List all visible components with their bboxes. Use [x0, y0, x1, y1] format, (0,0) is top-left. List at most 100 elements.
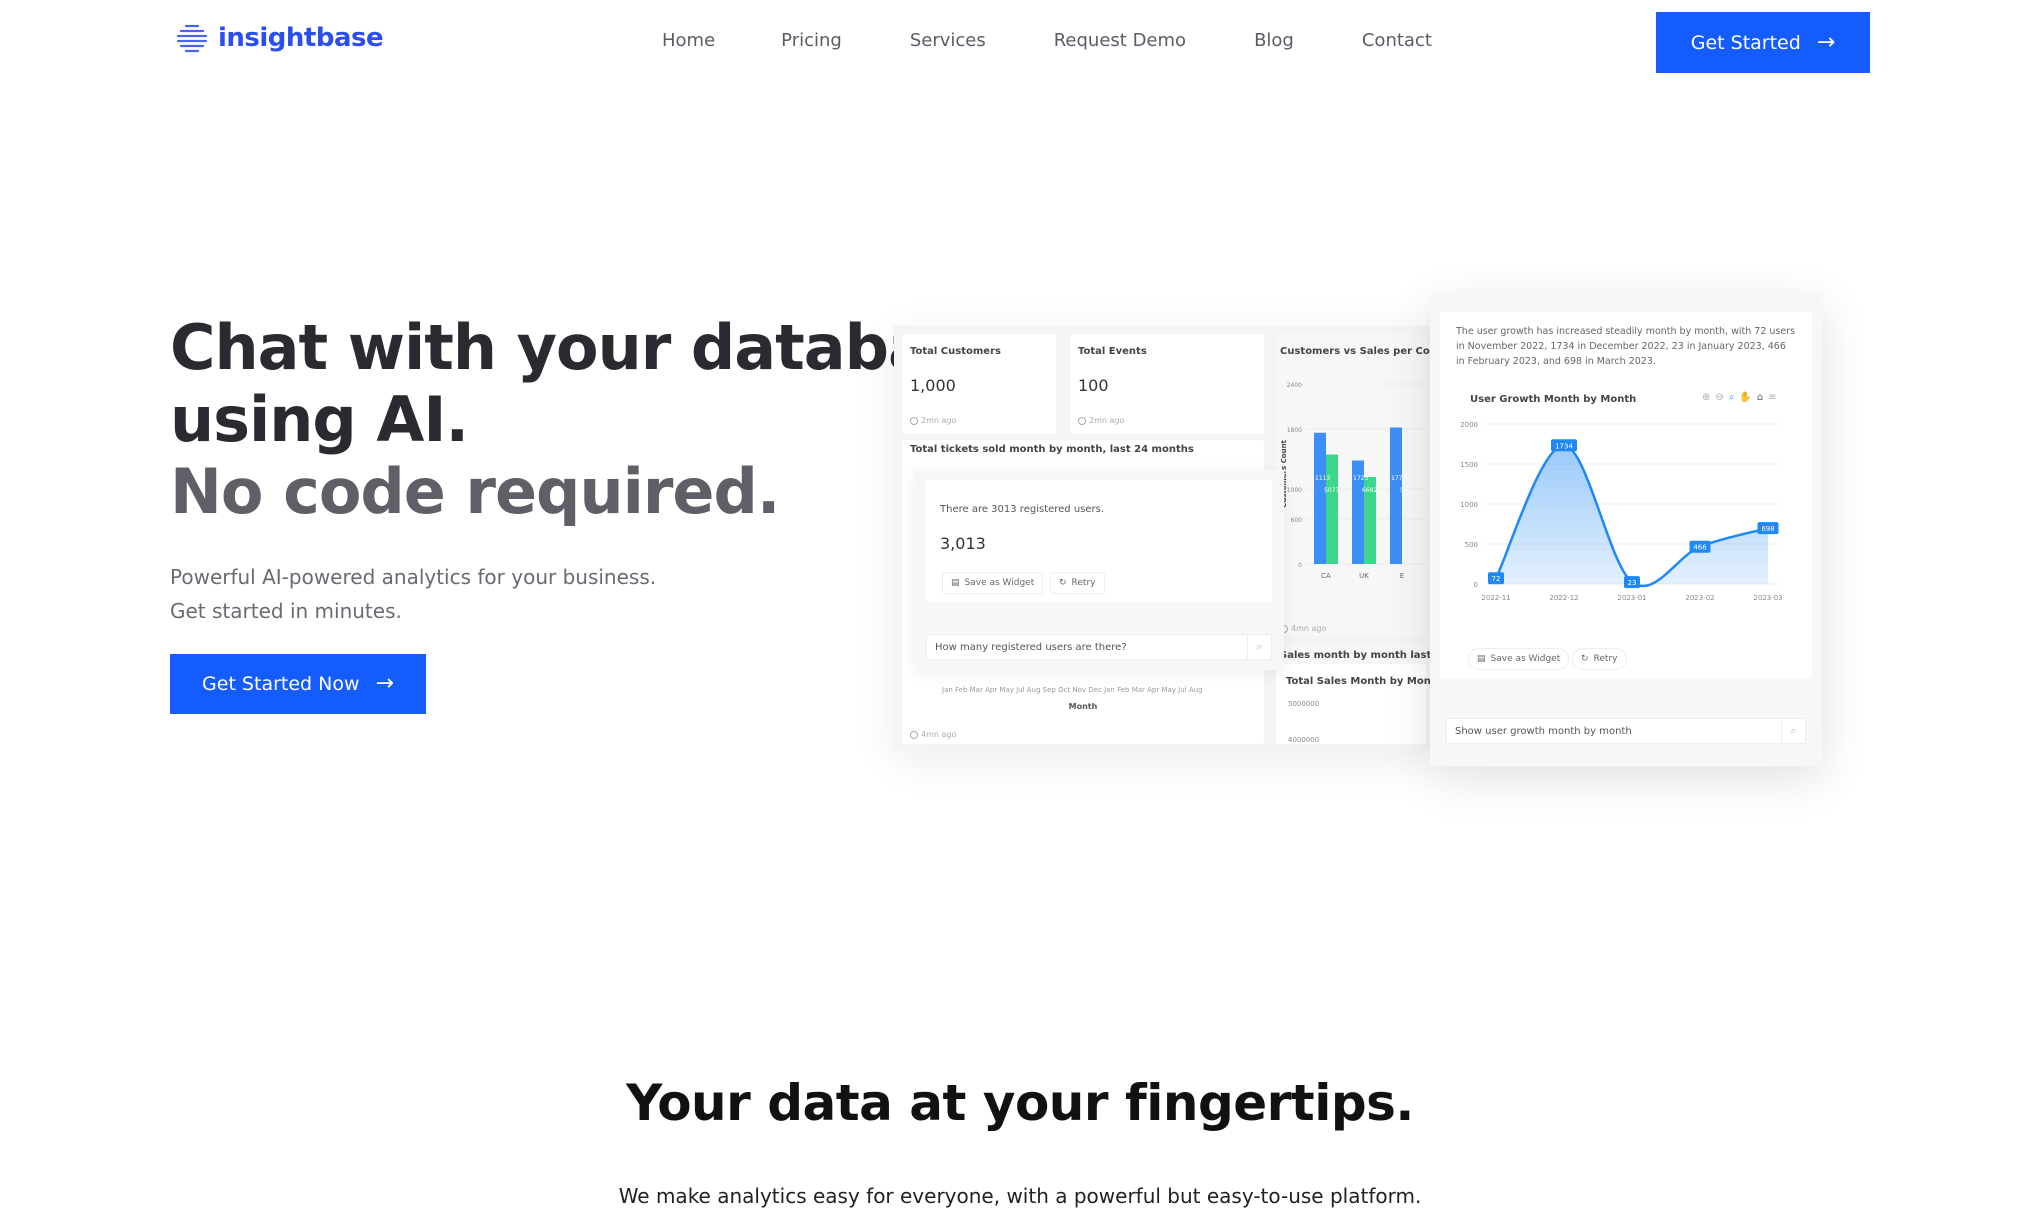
tickets-x-ticks: Jan Feb Mar Apr May Jul Aug Sep Oct Nov …: [942, 686, 1203, 694]
nav-link-services[interactable]: Services: [910, 30, 986, 51]
logo[interactable]: insightbase: [174, 20, 384, 56]
logo-icon: [176, 24, 208, 53]
chat-panel: There are 3013 registered users. 3,013 ▤…: [914, 470, 1284, 670]
clock-icon: [910, 730, 918, 739]
x-tick-label: 2022-12: [1549, 594, 1578, 602]
data-label: 698: [1761, 525, 1774, 533]
bar-sales: [1326, 454, 1338, 564]
country-bar-chart: 0600100018002400Customers Count 11135077C…: [1280, 382, 1426, 580]
y-tick-label: 2000: [1460, 421, 1478, 429]
get-started-label: Get Started: [1690, 31, 1801, 54]
nav-links: Home Pricing Services Request Demo Blog …: [662, 30, 1432, 51]
zoom-out-icon[interactable]: ⊖: [1715, 392, 1723, 403]
save-icon: ▤: [1477, 654, 1486, 664]
hero-title-line-3: No code required.: [170, 455, 780, 528]
x-tick-label: 2023-02: [1685, 594, 1714, 602]
nav-link-home[interactable]: Home: [662, 30, 715, 51]
search-icon[interactable]: ⌕: [1247, 635, 1271, 659]
y-tick-label: 2400: [1287, 382, 1302, 389]
country-chart-card: Customers vs Sales per Country 0 600 1000 1…: [1276, 334, 1460, 636]
menu-icon[interactable]: ≡: [1768, 392, 1776, 403]
growth-chart-title: User Growth Month by Month: [1470, 394, 1637, 405]
search-icon[interactable]: ⌕: [1781, 719, 1805, 743]
data-label: 466: [1693, 544, 1707, 552]
user-growth-answer: The user growth has increased steadily m…: [1440, 312, 1812, 678]
section-title: Your data at your fingertips.: [626, 1074, 1414, 1132]
stat-card-total-events: Total Events 100 2mn ago: [1070, 334, 1264, 434]
get-started-button[interactable]: Get Started →: [1656, 12, 1870, 73]
updated-text: 2mn ago: [921, 416, 957, 425]
arrow-right-icon: →: [1816, 29, 1836, 55]
hero-subtitle-line-2: Get started in minutes.: [170, 599, 402, 623]
nav-link-blog[interactable]: Blog: [1254, 30, 1294, 51]
chart-toolbar: ⊕ ⊖ ⌕ ✋ ⌂ ≡: [1702, 392, 1777, 403]
search-icon[interactable]: ⌕: [1729, 392, 1735, 403]
save-as-widget-button[interactable]: ▤ Save as Widget: [942, 572, 1044, 594]
save-as-widget-button[interactable]: ▤ Save as Widget: [1468, 648, 1570, 670]
home-icon[interactable]: ⌂: [1757, 392, 1763, 403]
stat-card-title: Total Customers: [910, 346, 1001, 357]
hero-subtitle-line-1: Powerful AI-powered analytics for your b…: [170, 565, 657, 589]
logo-text: insightbase: [218, 23, 384, 53]
save-label: Save as Widget: [1490, 654, 1561, 664]
x-tick-label: E: [1400, 572, 1404, 580]
zoom-in-icon[interactable]: ⊕: [1702, 392, 1710, 403]
data-label: 72: [1492, 575, 1501, 583]
growth-query-input[interactable]: Show user growth month by month ⌕: [1446, 718, 1806, 744]
bar-customers: [1314, 432, 1326, 564]
answer-value: 3,013: [940, 534, 986, 553]
bar-label: 5077: [1324, 487, 1339, 494]
bar-label: 1770: [1391, 475, 1406, 482]
bar-customers: [1390, 427, 1402, 564]
nav-link-contact[interactable]: Contact: [1362, 30, 1432, 51]
y-tick-label: 600: [1291, 517, 1303, 524]
retry-icon: ↻: [1581, 654, 1589, 664]
answer-text: There are 3013 registered users.: [940, 504, 1105, 515]
user-growth-panel: The user growth has increased steadily m…: [1430, 294, 1822, 766]
area-fill: [1496, 445, 1768, 587]
retry-button[interactable]: ↻ Retry: [1572, 648, 1627, 670]
y-tick-label: 1500: [1460, 461, 1478, 469]
answer-card: There are 3013 registered users. 3,013 ▤…: [926, 480, 1272, 602]
stat-card-updated: 2mn ago: [1078, 416, 1124, 425]
hero-subtitle: Powerful AI-powered analytics for your b…: [170, 560, 656, 628]
save-icon: ▤: [951, 578, 960, 588]
sales-y-tick: 4000000: [1288, 736, 1320, 744]
pan-icon[interactable]: ✋: [1739, 392, 1751, 403]
bar-label: 6692: [1362, 487, 1377, 494]
get-started-now-button[interactable]: Get Started Now →: [170, 654, 426, 714]
nav-link-request-demo[interactable]: Request Demo: [1054, 30, 1186, 51]
stat-card-value: 100: [1078, 376, 1109, 395]
chat-query-input[interactable]: How many registered users are there? ⌕: [926, 634, 1272, 660]
section-subtitle: We make analytics easy for everyone, wit…: [618, 1184, 1422, 1208]
save-label: Save as Widget: [964, 578, 1035, 588]
retry-button[interactable]: ↻ Retry: [1050, 572, 1105, 594]
data-label: 1734: [1555, 442, 1573, 450]
bar-label: 1723: [1353, 475, 1368, 482]
y-tick-label: 0: [1298, 562, 1302, 569]
nav-link-pricing[interactable]: Pricing: [781, 30, 842, 51]
y-tick-label: 1800: [1287, 427, 1302, 434]
bar-label: 1113: [1315, 475, 1330, 482]
x-tick-label: CA: [1321, 572, 1331, 580]
x-tick-label: 2022-11: [1481, 594, 1510, 602]
get-started-now-label: Get Started Now: [202, 673, 360, 695]
y-tick-label: 1000: [1460, 501, 1478, 509]
hero-title: Chat with your database using AI. No cod…: [170, 312, 1007, 528]
clock-icon: [1078, 416, 1086, 425]
x-tick-label: 2023-01: [1617, 594, 1646, 602]
arrow-right-icon: →: [375, 671, 394, 696]
retry-icon: ↻: [1059, 578, 1067, 588]
bar-label: 59: [1400, 487, 1408, 494]
country-chart-updated: 4mn ago: [1280, 624, 1326, 633]
y-tick-label: 1000: [1287, 487, 1302, 494]
query-text: Show user growth month by month: [1455, 725, 1632, 737]
stat-card-value: 1,000: [910, 376, 956, 395]
growth-description: The user growth has increased steadily m…: [1456, 326, 1796, 367]
sales-y-tick: 5000000: [1288, 700, 1320, 708]
hero-title-line-2: using AI.: [170, 383, 469, 456]
updated-text: 2mn ago: [1089, 416, 1125, 425]
sales-card: Sales month by month last 12M Total Sale…: [1276, 644, 1459, 744]
sales-chart-title: Total Sales Month by Month: [1286, 676, 1443, 687]
updated-text: 4mn ago: [1291, 624, 1327, 633]
